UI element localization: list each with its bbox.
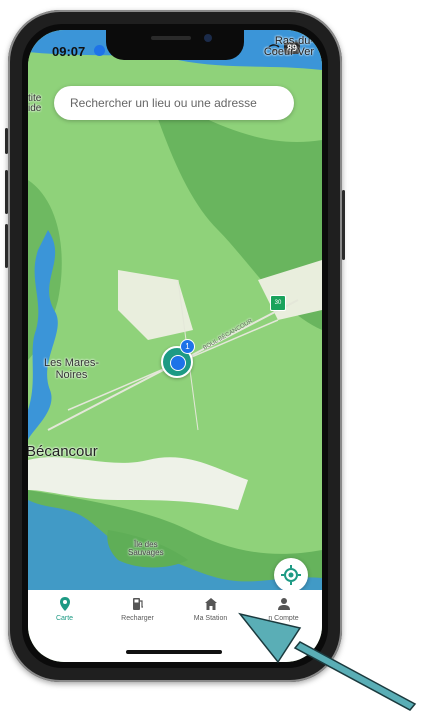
annotation-arrow-icon [238, 612, 417, 711]
